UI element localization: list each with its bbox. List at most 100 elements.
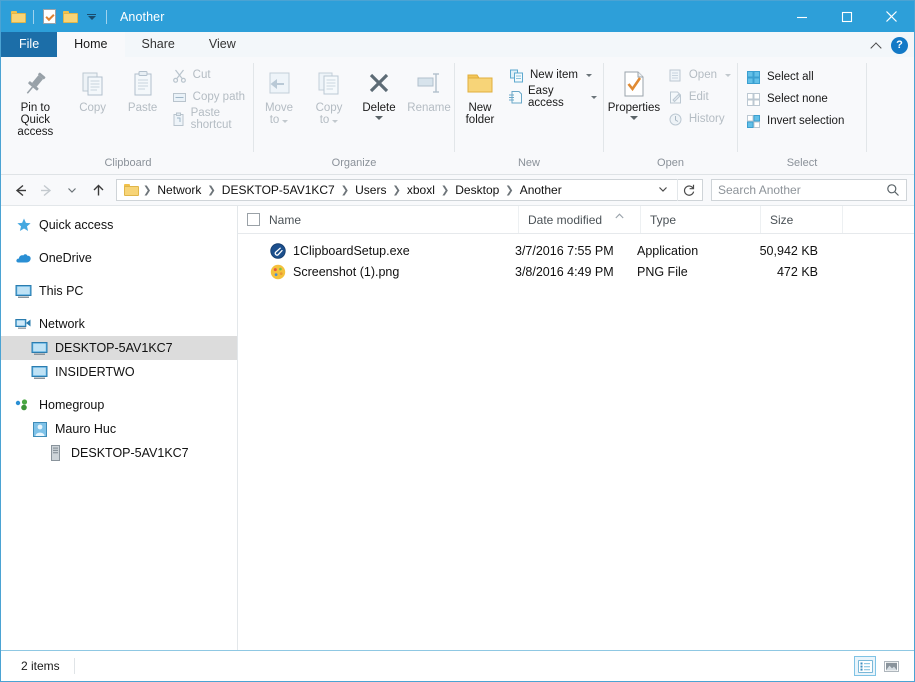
table-row[interactable]: 1ClipboardSetup.exe 3/7/2016 7:55 PM App… [238, 240, 914, 261]
properties-caret-icon[interactable] [630, 116, 638, 120]
sidebar-item-onedrive[interactable]: OneDrive [1, 246, 237, 270]
history-label: History [689, 113, 725, 125]
tower-icon [47, 445, 64, 462]
sidebar-item-mauro-huc[interactable]: Mauro Huc [1, 417, 237, 441]
select-none-button[interactable]: Select none [742, 89, 850, 109]
properties-button[interactable]: Properties [604, 61, 664, 120]
item-count-label: 2 items [7, 659, 60, 673]
ribbon: Pin to Quickaccess [1, 57, 914, 175]
new-item-button[interactable]: New item [505, 65, 603, 85]
file-date-cell: 3/7/2016 7:55 PM [506, 240, 628, 261]
file-name-label: 1ClipboardSetup.exe [293, 244, 410, 258]
column-header-type[interactable]: Type [641, 206, 761, 233]
pin-to-quick-access-button[interactable]: Pin to Quickaccess [3, 61, 68, 138]
invert-selection-button[interactable]: Invert selection [742, 111, 850, 131]
sidebar-item-desktop-5av1kc7[interactable]: DESKTOP-5AV1KC7 [1, 336, 237, 360]
file-size-cell: 472 KB [748, 261, 830, 282]
breadcrumb-separator: ❯ [142, 185, 152, 196]
delete-caret-icon[interactable] [375, 116, 383, 120]
search-box[interactable] [711, 179, 907, 201]
close-icon[interactable] [869, 1, 914, 32]
sidebar-item-this-pc[interactable]: This PC [1, 279, 237, 303]
ribbon-group-open: Properties Open Edi [604, 57, 737, 174]
up-arrow-icon[interactable] [86, 178, 110, 202]
new-item-caret-icon[interactable] [586, 74, 592, 77]
search-icon[interactable] [879, 183, 907, 197]
help-icon[interactable]: ? [891, 37, 908, 54]
delete-button[interactable]: Delete [354, 61, 404, 120]
sidebar-item-label: Network [39, 317, 85, 331]
back-arrow-icon[interactable] [8, 178, 32, 202]
computer-icon [31, 364, 48, 381]
refresh-icon[interactable] [677, 179, 700, 201]
column-header-name[interactable]: Name [260, 206, 519, 233]
search-input[interactable] [712, 183, 879, 197]
file-name-cell[interactable]: 1ClipboardSetup.exe [238, 240, 506, 261]
select-all-button[interactable]: Select all [742, 67, 850, 87]
breadcrumb-item-xboxl[interactable]: xboxl [402, 180, 440, 200]
chevron-up-icon[interactable] [871, 40, 883, 52]
new-folder-icon[interactable] [61, 8, 79, 26]
computer-icon [31, 340, 48, 357]
sidebar-item-label: DESKTOP-5AV1KC7 [55, 341, 173, 355]
sidebar-item-quick-access[interactable]: Quick access [1, 213, 237, 237]
status-bar: 2 items [1, 650, 914, 681]
new-folder-button[interactable]: Newfolder [455, 61, 505, 126]
cut-button[interactable]: Cut [168, 65, 253, 85]
history-button[interactable]: History [664, 109, 737, 129]
sidebar-item-homegroup-desktop-5av1kc7[interactable]: DESKTOP-5AV1KC7 [1, 441, 237, 465]
open-button[interactable]: Open [664, 65, 737, 85]
breadcrumb-separator: ❯ [504, 185, 514, 196]
details-view-icon[interactable] [854, 656, 876, 676]
paste-icon [128, 65, 158, 99]
sidebar-item-homegroup[interactable]: Homegroup [1, 393, 237, 417]
recent-locations-icon[interactable] [60, 178, 84, 202]
copy-path-button[interactable]: Copy path [168, 87, 253, 107]
paste-shortcut-button[interactable]: Paste shortcut [168, 109, 253, 129]
maximize-icon[interactable] [824, 1, 869, 32]
sidebar-item-network[interactable]: Network [1, 312, 237, 336]
copy-button[interactable]: Copy [68, 61, 118, 114]
rename-button[interactable]: Rename [404, 61, 454, 114]
tab-share[interactable]: Share [125, 32, 192, 57]
spacer [1, 303, 237, 312]
group-label-open: Open [604, 157, 737, 172]
breadcrumb-item-another[interactable]: Another [515, 180, 567, 200]
large-icons-view-icon[interactable] [880, 656, 902, 676]
move-to-button[interactable]: Move to [254, 61, 304, 126]
paste-button[interactable]: Paste [118, 61, 168, 114]
breadcrumb-item-users[interactable]: Users [350, 180, 391, 200]
ribbon-group-clipboard: Pin to Quickaccess [3, 57, 253, 174]
edit-button[interactable]: Edit [664, 87, 737, 107]
copy-to-button[interactable]: Copy to [304, 61, 354, 126]
tab-view[interactable]: View [192, 32, 253, 57]
star-icon [15, 217, 32, 234]
tab-file[interactable]: File [1, 32, 57, 57]
easy-access-caret-icon[interactable] [591, 96, 597, 99]
sidebar-item-insidertwo[interactable]: INSIDERTWO [1, 360, 237, 384]
easy-access-button[interactable]: Easy access [505, 87, 603, 107]
copy-path-label: Copy path [193, 91, 245, 103]
breadcrumb-item-desktop[interactable]: Desktop [450, 180, 504, 200]
select-all-icon [745, 69, 762, 85]
open-caret-icon[interactable] [725, 74, 731, 77]
chevron-down-icon[interactable] [649, 183, 677, 198]
file-name-cell[interactable]: Screenshot (1).png [238, 261, 506, 282]
paste-shortcut-label: Paste shortcut [191, 107, 247, 131]
user-icon [31, 421, 48, 438]
breadcrumb-item-desktop-5av1kc7[interactable]: DESKTOP-5AV1KC7 [217, 180, 340, 200]
tab-home[interactable]: Home [57, 32, 124, 57]
properties-icon[interactable] [40, 8, 58, 26]
select-all-checkbox[interactable] [247, 213, 260, 226]
customize-quick-access-caret-icon[interactable] [82, 8, 100, 26]
copy-to-icon [314, 65, 344, 99]
breadcrumb-separator: ❯ [440, 185, 450, 196]
breadcrumb-item-network[interactable]: Network [152, 180, 206, 200]
column-header-size[interactable]: Size [761, 206, 843, 233]
table-row[interactable]: Screenshot (1).png 3/8/2016 4:49 PM PNG … [238, 261, 914, 282]
select-small-commands: Select all Select none Invert selection [738, 61, 850, 131]
breadcrumb[interactable]: ❯ Network ❯ DESKTOP-5AV1KC7 ❯ Users ❯ xb… [116, 179, 703, 201]
minimize-icon[interactable] [779, 1, 824, 32]
file-list-pane: Name Date modified Type Size [238, 206, 914, 650]
folder-icon[interactable] [9, 8, 27, 26]
